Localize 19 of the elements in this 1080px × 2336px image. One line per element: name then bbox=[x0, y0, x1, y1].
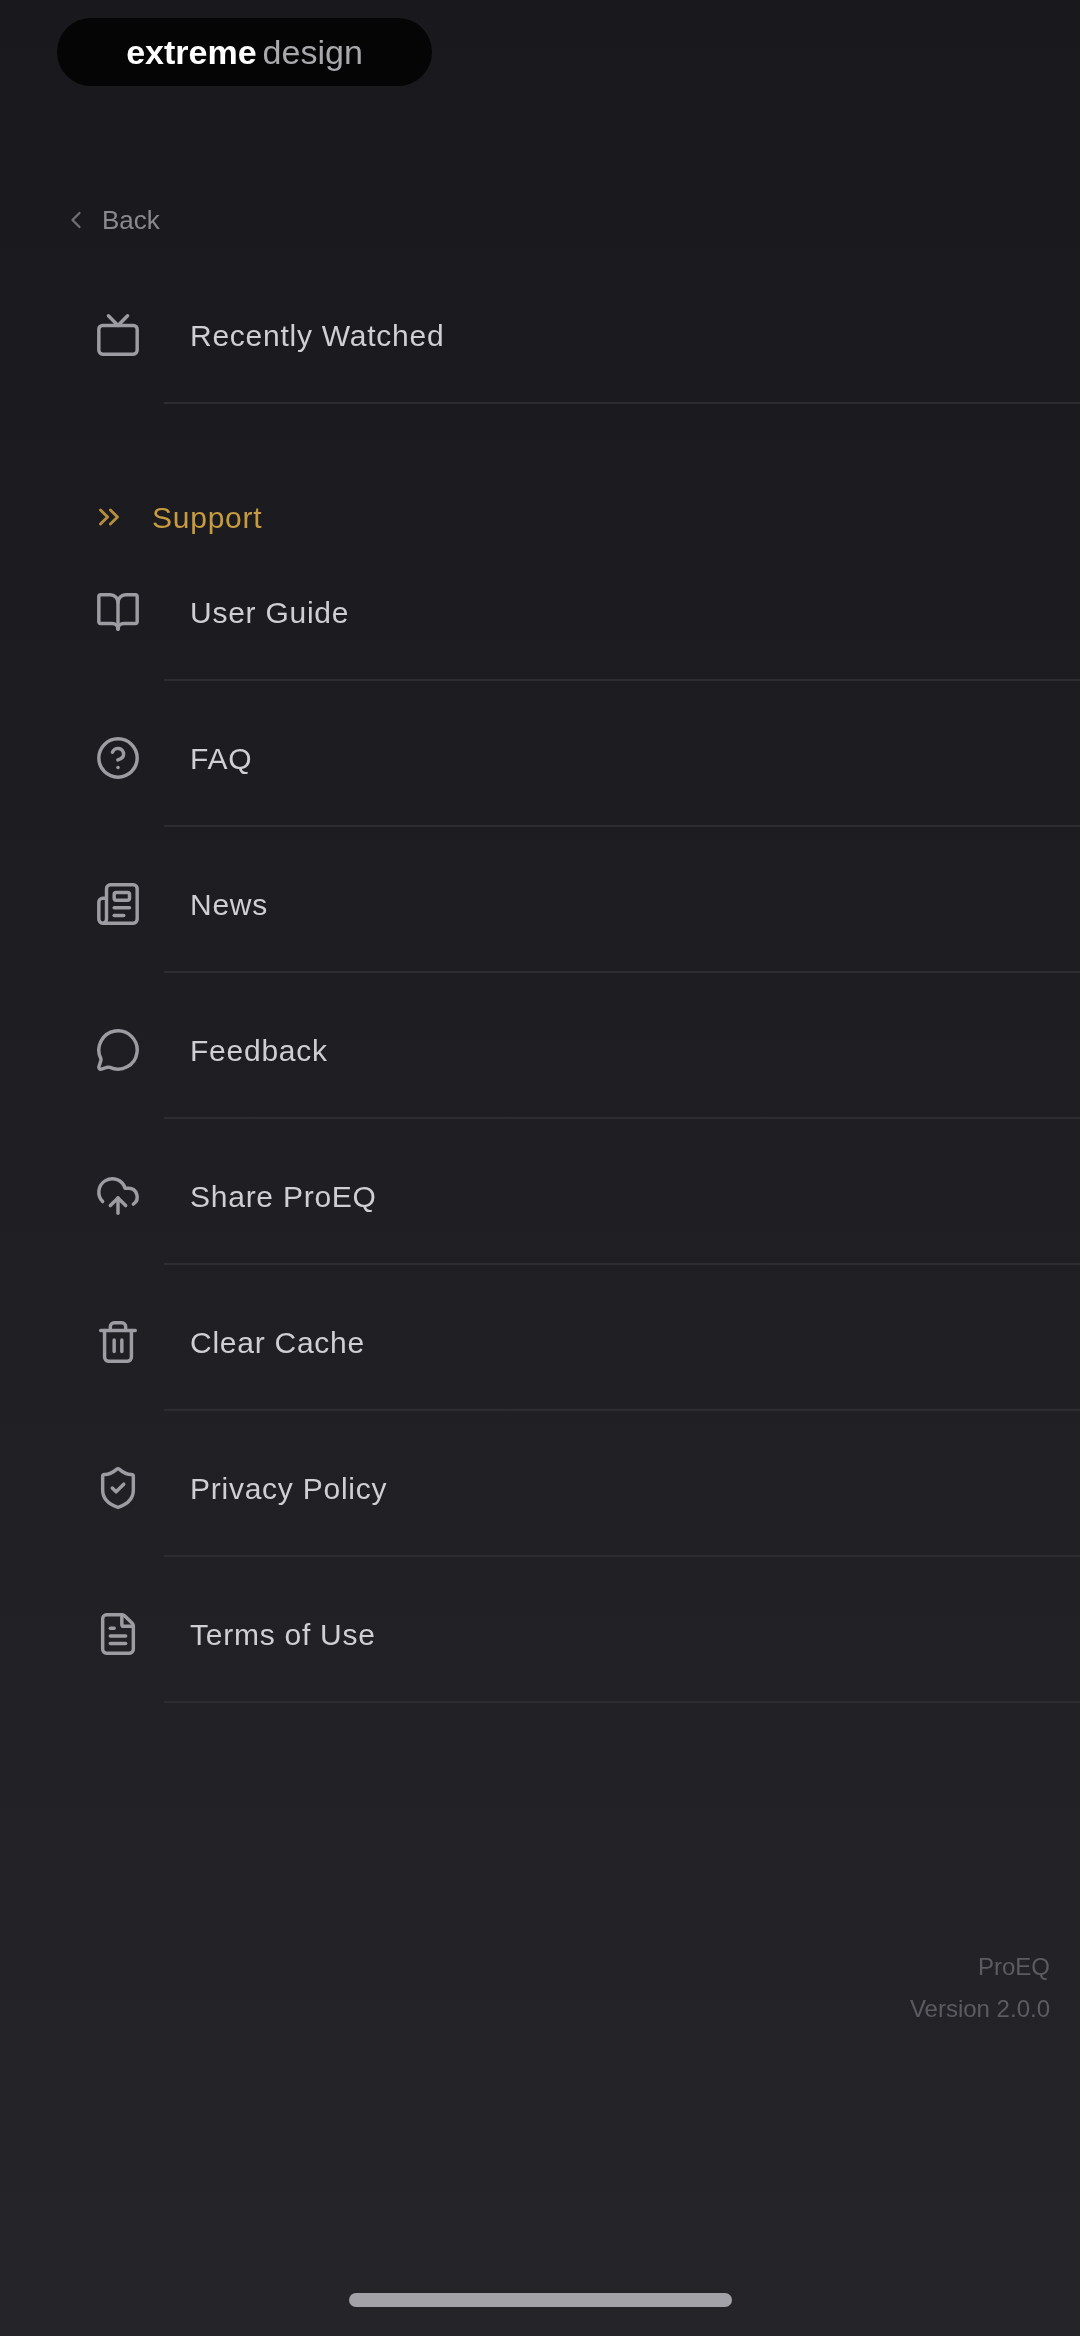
back-button[interactable]: Back bbox=[62, 195, 172, 245]
menu-item[interactable]: Terms of Use bbox=[0, 1567, 1080, 1701]
menu-item[interactable]: Share ProEQ bbox=[0, 1129, 1080, 1263]
logo-suffix-text: design bbox=[262, 35, 363, 69]
version-text: Version 2.0.0 bbox=[909, 1994, 1050, 2024]
menu-item[interactable]: Clear Cache bbox=[0, 1275, 1080, 1409]
menu-item[interactable]: Recently Watched bbox=[0, 268, 1080, 402]
chat-bubble-icon bbox=[95, 1027, 141, 1073]
section-title: Support bbox=[152, 499, 263, 536]
question-circle-icon bbox=[95, 735, 141, 781]
menu-item[interactable]: Feedback bbox=[0, 983, 1080, 1117]
menu-item[interactable]: User Guide bbox=[0, 545, 1080, 679]
logo-brand-text: extreme bbox=[126, 35, 257, 69]
app-name-text: ProEQ bbox=[977, 1952, 1050, 1982]
newspaper-icon bbox=[95, 881, 141, 927]
menu-item[interactable]: Privacy Policy bbox=[0, 1421, 1080, 1555]
tv-icon bbox=[95, 312, 141, 358]
menu-item[interactable]: FAQ bbox=[0, 691, 1080, 825]
menu-item[interactable]: News bbox=[0, 837, 1080, 971]
